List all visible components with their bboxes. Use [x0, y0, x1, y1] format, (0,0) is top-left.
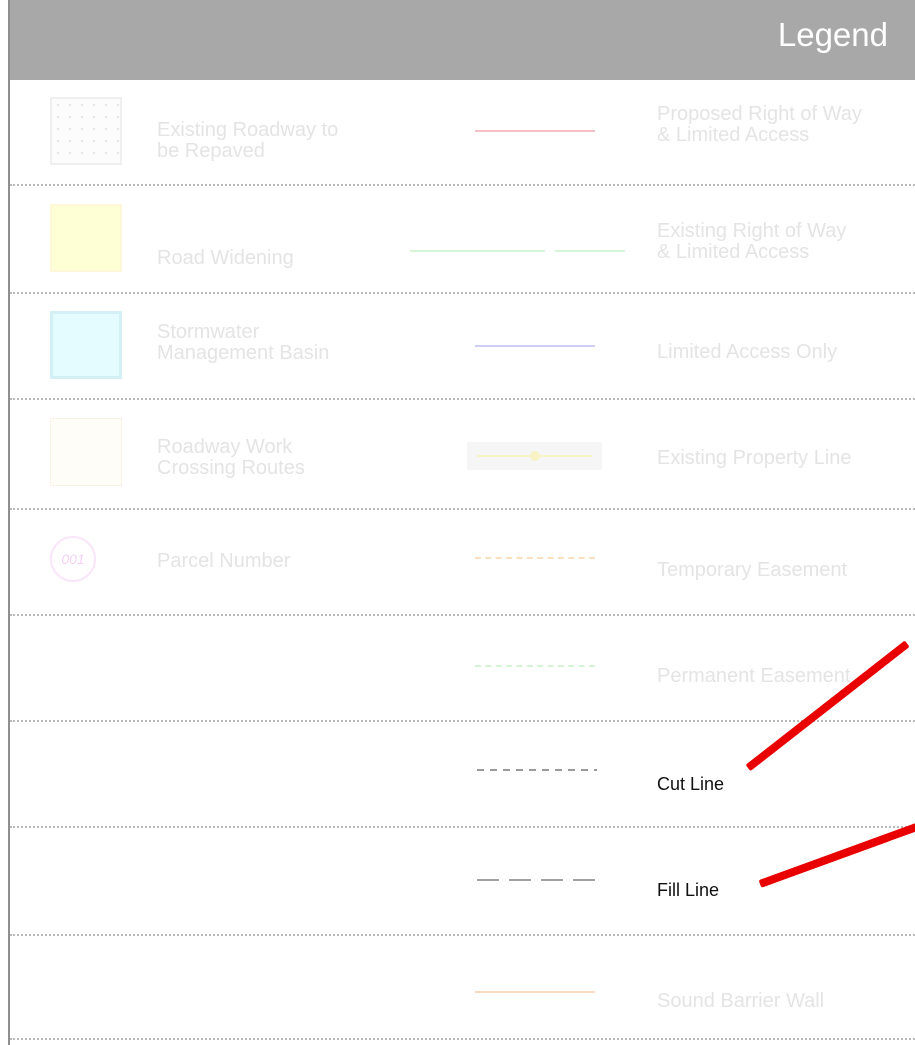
parcel-number-badge: 001: [61, 551, 85, 567]
long-dash-line-icon: [477, 879, 597, 881]
legend-item-label: Road Widening: [157, 247, 294, 269]
legend-row: Stormwater Management Basin Limited Acce…: [10, 294, 915, 400]
dotted-square-icon: [50, 97, 122, 165]
yellow-square-icon: [50, 204, 122, 272]
legend-title: Legend: [777, 16, 888, 53]
legend-item-label: Roadway Work Crossing Routes: [157, 436, 305, 479]
green-dashdot-line-icon: [475, 665, 595, 667]
legend-item-label: Existing Right of Way & Limited Access: [657, 220, 847, 263]
purple-line-icon: [475, 345, 595, 347]
orange-line-icon: [475, 991, 595, 993]
legend-item-label: Sound Barrier Wall: [657, 990, 825, 1012]
hatched-square-icon: [50, 418, 122, 486]
legend-item-label: Existing Property Line: [657, 447, 852, 469]
legend-item-label: Existing Roadway to be Repaved: [157, 119, 339, 162]
legend-row: Fill Line: [10, 828, 915, 936]
short-dash-line-icon: [477, 769, 597, 771]
legend-item-label: Parcel Number: [157, 550, 291, 572]
property-line-icon: [467, 442, 602, 470]
legend-panel: Legend Existing Roadway to be Repaved Pr…: [8, 0, 915, 1045]
legend-item-label: Cut Line: [657, 774, 725, 794]
legend-row: Permanent Easement: [10, 616, 915, 722]
legend-item-label: Limited Access Only: [657, 341, 838, 363]
legend-item-label: Temporary Easement: [657, 559, 848, 581]
legend-item-label: Proposed Right of Way & Limited Access: [657, 103, 862, 146]
legend-header: Legend: [10, 0, 915, 80]
legend-row: Road Widening Existing Right of Way & Li…: [10, 186, 915, 294]
legend-item-label: Permanent Easement: [657, 665, 851, 687]
legend-row: 001 Parcel Number Temporary Easement: [10, 510, 915, 616]
legend-row: Sound Barrier Wall: [10, 936, 915, 1040]
orange-dashdot-line-icon: [475, 557, 595, 559]
legend-row: Roadway Work Crossing Routes Existing Pr…: [10, 400, 915, 510]
legend-row: Existing Roadway to be Repaved Proposed …: [10, 80, 915, 186]
green-line-icon: [410, 250, 625, 252]
legend-item-label: Stormwater Management Basin: [157, 321, 330, 364]
parcel-circle-icon: 001: [50, 536, 96, 582]
red-line-icon: [475, 130, 595, 132]
legend-item-label: Fill Line: [657, 880, 720, 900]
cyan-square-icon: [50, 311, 122, 379]
